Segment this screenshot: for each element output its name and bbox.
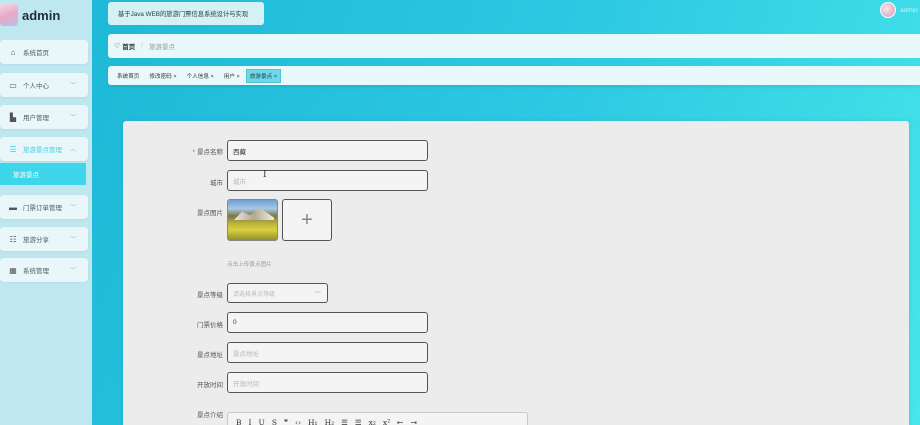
chevron-down-icon: ﹀ [314, 292, 321, 298]
user-name[interactable]: admin [900, 7, 920, 14]
rich-text-toolbar: B I U S ❞ ‹› H₁ H₂ ☰ ☰ x₂ x² ⇤ ⇥ [227, 412, 528, 425]
tag-attractions[interactable]: 旅游景点 × [245, 68, 282, 83]
ordered-list-button[interactable]: ☰ [341, 418, 348, 425]
attraction-image-thumbnail[interactable] [227, 199, 278, 241]
tag-home[interactable]: 系统首页 [113, 69, 143, 83]
sidebar-item-travel-share[interactable]: ☷ 旅游分享 ﹀ [0, 227, 88, 251]
tag-users[interactable]: 用户 × [220, 69, 244, 83]
sidebar-item-label: 旅游分享 [23, 237, 49, 244]
image-label: 景点图片 [197, 210, 223, 217]
profile-icon: ▭ [9, 80, 17, 90]
bullet-list-button[interactable]: ☰ [355, 418, 362, 425]
indent-button[interactable]: ⇥ [410, 418, 416, 425]
text-cursor-icon: I [263, 170, 267, 180]
outdent-button[interactable]: ⇤ [397, 418, 403, 425]
underline-button[interactable]: U [258, 418, 264, 425]
heading1-button[interactable]: H₁ [308, 418, 318, 425]
sidebar-item-profile[interactable]: ▭ 个人中心 ﹀ [0, 73, 88, 97]
upload-tip: 点击上传景点图片 [227, 262, 272, 268]
chevron-down-icon: ﹀ [69, 268, 76, 274]
breadcrumb: ♡ 首页 / 旅游景点 [108, 34, 920, 58]
quote-button[interactable]: ❞ [284, 418, 288, 425]
city-label: 城市 [210, 180, 223, 187]
chevron-down-icon: ﹀ [69, 205, 76, 211]
home-icon: ⌂ [10, 47, 16, 57]
sidebar-item-ticket-orders[interactable]: ▬ 门票订单管理 ﹀ [0, 195, 88, 219]
user-icon: ▙ [9, 112, 17, 122]
name-label-text: 景点名称 [197, 149, 223, 156]
brand: admin [0, 0, 92, 30]
tag-profile[interactable]: 个人信息 × [183, 69, 218, 83]
subscript-button[interactable]: x₂ [369, 418, 376, 425]
sidebar-item-label: 系统管理 [23, 268, 49, 275]
sidebar-item-label: 门票订单管理 [23, 205, 62, 212]
user-menu[interactable]: admin [880, 2, 920, 18]
strike-button[interactable]: S [272, 418, 277, 425]
ticket-icon: ▬ [9, 202, 17, 212]
submenu-item-attractions[interactable]: 旅游景点 [0, 163, 86, 185]
chevron-down-icon: ﹀ [69, 237, 76, 243]
chevron-down-icon: ﹀ [69, 115, 76, 121]
sidebar: admin ⌂ 系统首页 ▭ 个人中心 ﹀ ▙ 用户管理 ﹀ ☰ 旅游景点管理 … [0, 0, 92, 425]
heading2-button[interactable]: H₂ [325, 418, 335, 425]
sidebar-item-attractions[interactable]: ☰ 旅游景点管理 ︿ [0, 137, 88, 161]
italic-button[interactable]: I [249, 418, 252, 425]
address-input[interactable]: 景点地址 [227, 342, 428, 363]
sidebar-item-label: 个人中心 [23, 83, 49, 90]
address-label: 景点地址 [197, 352, 223, 359]
breadcrumb-home[interactable]: 首页 [122, 41, 135, 51]
brand-avatar [0, 4, 18, 26]
sidebar-item-users[interactable]: ▙ 用户管理 ﹀ [0, 105, 88, 129]
superscript-button[interactable]: x² [383, 418, 390, 425]
list-icon: ☰ [9, 144, 17, 154]
chevron-down-icon: ﹀ [69, 83, 76, 89]
heart-icon: ♡ [114, 43, 121, 50]
level-label: 景点等级 [197, 292, 223, 299]
share-icon: ☷ [9, 234, 17, 244]
required-mark: * [192, 149, 195, 156]
bold-button[interactable]: B [236, 418, 242, 425]
plus-icon: + [301, 208, 313, 231]
tags-view: 系统首页 修改密码 × 个人信息 × 用户 × 旅游景点 × [108, 66, 920, 85]
grid-icon: ▦ [9, 265, 17, 275]
price-label: 门票价格 [197, 322, 223, 329]
image-upload-button[interactable]: + [282, 199, 332, 241]
sidebar-item-label: 旅游景点管理 [23, 147, 62, 154]
level-select[interactable]: 请选择景点等级 ﹀ [227, 283, 328, 303]
open-time-label: 开放时间 [197, 382, 223, 389]
tag-change-password[interactable]: 修改密码 × [145, 69, 180, 83]
chevron-up-icon: ︿ [69, 147, 76, 153]
sidebar-item-home[interactable]: ⌂ 系统首页 [0, 40, 88, 64]
system-title: 基于Java WEB的旅游门票信息系统设计与实现 [108, 2, 264, 25]
name-input[interactable]: 西藏 [227, 140, 428, 161]
brand-name: admin [22, 7, 61, 23]
open-time-input[interactable]: 开放时间 [227, 372, 428, 393]
form-card: * 景点名称 西藏 城市 城市 I 景点图片 + 点击上传景点图片 景点等级 请选… [123, 121, 909, 425]
code-button[interactable]: ‹› [295, 418, 301, 425]
intro-label: 景点介绍 [197, 412, 223, 419]
breadcrumb-separator: / [141, 43, 143, 49]
city-input[interactable]: 城市 [227, 170, 428, 191]
name-label: * 景点名称 [123, 146, 223, 156]
sidebar-item-label: 用户管理 [23, 115, 49, 122]
avatar[interactable] [880, 2, 896, 18]
sidebar-item-system[interactable]: ▦ 系统管理 ﹀ [0, 258, 88, 282]
sidebar-item-label: 系统首页 [23, 50, 49, 57]
level-select-placeholder: 请选择景点等级 [233, 291, 276, 298]
breadcrumb-current: 旅游景点 [148, 44, 175, 51]
price-input[interactable]: 0 [227, 312, 428, 333]
